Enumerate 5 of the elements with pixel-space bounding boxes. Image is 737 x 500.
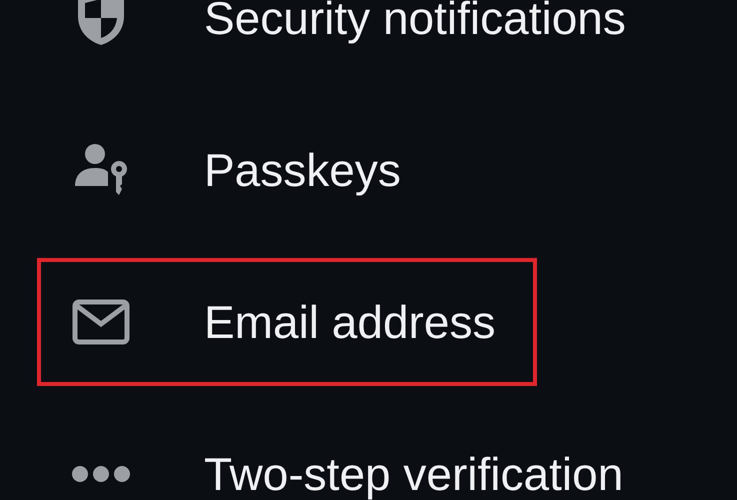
menu-item[interactable]: Email address (37, 258, 537, 386)
envelope-icon (72, 299, 130, 345)
menu-item[interactable]: Passkeys (37, 106, 537, 234)
menu-item[interactable]: Two-step verification (37, 410, 628, 500)
menu-item[interactable]: Security notifications (37, 0, 630, 82)
